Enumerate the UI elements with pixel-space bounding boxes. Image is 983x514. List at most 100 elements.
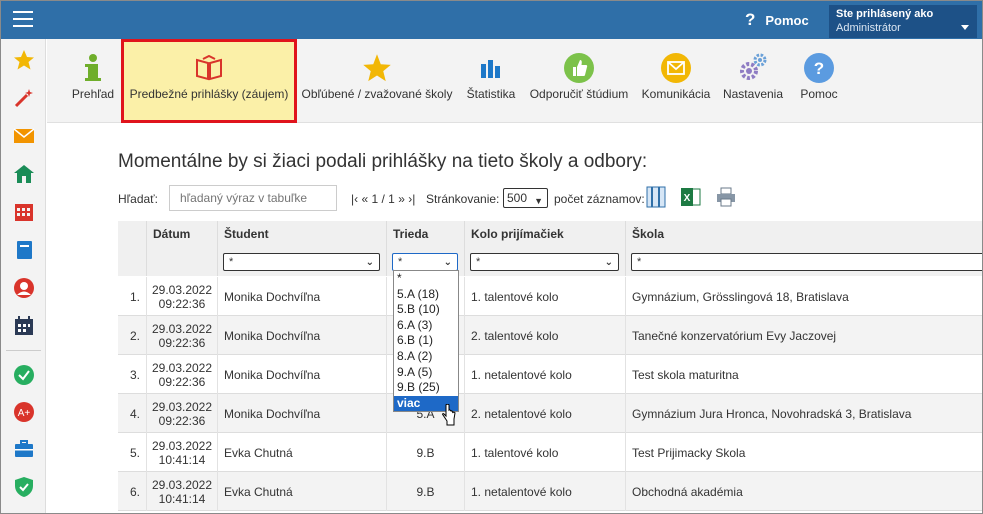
toolbar-pomoc[interactable]: ? Pomoc (795, 39, 843, 123)
col-header-index (118, 221, 147, 276)
calendar-icon[interactable] (12, 314, 36, 338)
toolbar-predbezne-prihlasky[interactable]: Predbežné prihlášky (záujem) (121, 39, 297, 123)
col-header-kolo[interactable]: Kolo prijímačiek * ⌄ (465, 221, 626, 276)
row-time: 09:22:36 (158, 413, 206, 428)
table-row[interactable]: 3. 29.03.2022 09:22:36 Monika Dochvíľna 1… (118, 355, 982, 394)
dropdown-option[interactable]: 9.B (25) (394, 380, 458, 396)
dropdown-option[interactable]: 9.A (5) (394, 365, 458, 381)
toolbar-prehlad[interactable]: Prehľad (67, 39, 119, 123)
chevron-down-icon: ⌄ (443, 257, 452, 268)
row-time: 09:22:36 (158, 374, 206, 389)
row-student: Evka Chutná (218, 433, 387, 472)
toolbar-odporucit-studium[interactable]: Odporučiť štúdium (527, 39, 631, 123)
row-kolo: 1. netalentové kolo (465, 472, 626, 511)
row-datetime: 29.03.2022 09:22:36 (147, 316, 218, 355)
col-header-datum[interactable]: Dátum (147, 221, 218, 276)
dropdown-option[interactable]: 6.A (3) (394, 318, 458, 334)
dropdown-option[interactable]: 5.B (10) (394, 302, 458, 318)
chevron-down-icon: ⌄ (365, 257, 374, 268)
row-kolo: 1. talentové kolo (465, 277, 626, 316)
info-icon (77, 52, 109, 84)
dropdown-option[interactable]: * (394, 271, 458, 287)
row-time: 09:22:36 (158, 335, 206, 350)
row-trieda: 9.B (387, 472, 465, 511)
dropdown-option[interactable]: 6.B (1) (394, 333, 458, 349)
user-circle-icon[interactable] (12, 276, 36, 300)
envelope-icon[interactable] (12, 124, 36, 148)
gears-icon (737, 52, 769, 84)
col-header-skola[interactable]: Škola * (626, 221, 982, 276)
user-line1: Ste prihlásený ako (836, 8, 934, 20)
toolbar-label: Predbežné prihlášky (záujem) (129, 87, 289, 101)
toolbar-komunikacia[interactable]: Komunikácia (639, 39, 713, 123)
chevron-down-icon: ▼ (534, 196, 543, 206)
pagesize-select[interactable]: 500 ▼ (503, 188, 548, 208)
table-row[interactable]: 2. 29.03.2022 09:22:36 Monika Dochvíľna 2… (118, 316, 982, 355)
briefcase-icon[interactable] (12, 437, 36, 461)
student-filter-select[interactable]: * ⌄ (223, 253, 380, 271)
grade-icon[interactable]: A+ (12, 400, 36, 424)
star-icon[interactable] (12, 48, 36, 72)
home-icon[interactable] (12, 162, 36, 186)
table-row[interactable]: 1. 29.03.2022 09:22:36 Monika Dochvíľna 1… (118, 277, 982, 316)
dropdown-option[interactable]: 8.A (2) (394, 349, 458, 365)
print-icon[interactable] (715, 186, 737, 208)
dropdown-option[interactable]: 5.A (18) (394, 287, 458, 303)
col-header-student[interactable]: Študent * ⌄ (218, 221, 387, 276)
table-row[interactable]: 5. 29.03.2022 10:41:14 Evka Chutná 9.B 1.… (118, 433, 982, 472)
pager-last-button[interactable]: ›| (408, 192, 415, 206)
row-skola: Test Prijimacky Skola (632, 445, 746, 460)
toolbar-label: Nastavenia (722, 87, 784, 101)
row-index: 4. (118, 394, 147, 433)
star-icon (361, 52, 393, 84)
user-menu[interactable]: Ste prihlásený ako Administrátor (829, 5, 977, 38)
columns-icon[interactable] (645, 186, 667, 208)
magic-wand-icon[interactable] (12, 86, 36, 110)
pager-text: 1 / 1 (371, 192, 395, 206)
row-skola: Obchodná akadémia (632, 484, 743, 499)
table-row[interactable]: 6. 29.03.2022 10:41:14 Evka Chutná 9.B 1.… (118, 472, 982, 511)
filter-value: * (476, 256, 481, 268)
row-date: 29.03.2022 (151, 321, 213, 336)
row-student: Monika Dochvíľna (218, 316, 387, 355)
row-time: 10:41:14 (158, 452, 206, 467)
calendar-grid-icon[interactable] (12, 200, 36, 224)
toolbar-oblubene-skoly[interactable]: Obľúbené / zvažované školy (301, 39, 453, 123)
svg-text:X: X (684, 193, 691, 204)
pager-first-button[interactable]: |‹ (351, 192, 358, 206)
toolbar-nastavenia[interactable]: Nastavenia (719, 39, 787, 123)
pager: |‹ « 1 / 1 » ›| (351, 192, 415, 206)
col-header-trieda[interactable]: Trieda * ⌄ (387, 221, 465, 276)
hamburger-menu-icon[interactable] (13, 11, 33, 27)
kolo-filter-select[interactable]: * ⌄ (470, 253, 619, 271)
col-header-label: Trieda (393, 227, 429, 241)
pager-next-button[interactable]: » (398, 192, 405, 206)
row-date: 29.03.2022 (151, 360, 213, 375)
trieda-filter-select[interactable]: * ⌄ (392, 253, 458, 271)
row-date: 29.03.2022 (151, 399, 213, 414)
pager-prev-button[interactable]: « (361, 192, 368, 206)
row-datetime: 29.03.2022 10:41:14 (147, 472, 218, 511)
row-student: Evka Chutná (218, 472, 387, 511)
skola-filter-select[interactable]: * (631, 253, 982, 271)
help-link[interactable]: ? Pomoc (745, 10, 809, 30)
table-row[interactable]: 4. 29.03.2022 09:22:36 Monika Dochvíľna 5… (118, 394, 982, 433)
row-index: 5. (118, 433, 147, 472)
filter-value: * (229, 256, 234, 268)
search-input[interactable] (169, 185, 337, 211)
toolbar-statistika[interactable]: Štatistika (464, 39, 518, 123)
check-circle-icon[interactable] (12, 363, 36, 387)
row-kolo: 2. netalentové kolo (465, 394, 626, 433)
row-index: 6. (118, 472, 147, 511)
row-datetime: 29.03.2022 09:22:36 (147, 277, 218, 316)
toolbar-label: Pomoc (800, 87, 838, 101)
thumbs-up-icon (563, 52, 595, 84)
row-index: 2. (118, 316, 147, 355)
row-kolo: 1. netalentové kolo (465, 355, 626, 394)
excel-icon[interactable]: X (680, 186, 702, 208)
main-content: Momentálne by si žiaci podali prihlášky … (47, 123, 982, 513)
shield-check-icon[interactable] (12, 475, 36, 499)
notebook-icon[interactable] (12, 238, 36, 262)
left-sidebar: A+ (1, 39, 46, 513)
row-datetime: 29.03.2022 10:41:14 (147, 433, 218, 472)
